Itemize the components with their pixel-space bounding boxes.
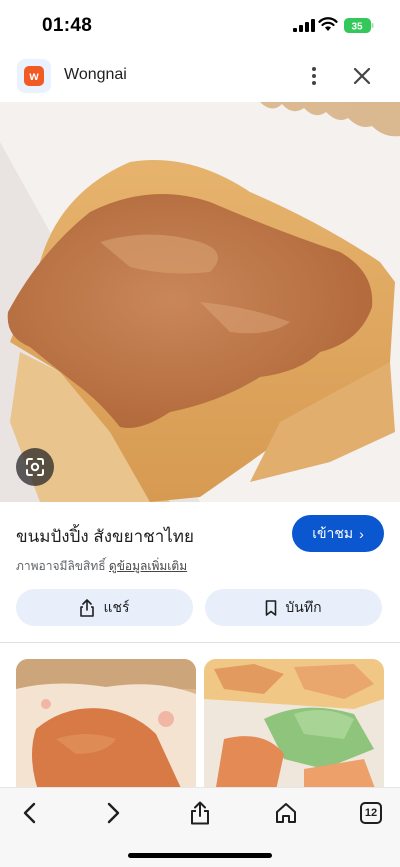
tabs-button[interactable]: 12 <box>356 798 386 828</box>
bookmark-icon <box>266 599 277 616</box>
forward-button[interactable] <box>99 798 129 828</box>
image-title: ขนมปังปิ้ง สังขยาชาไทย <box>16 527 194 546</box>
wifi-icon <box>318 17 338 31</box>
status-time: 01:48 <box>42 15 93 36</box>
visit-button[interactable]: เข้าชม › <box>292 515 384 552</box>
share-icon <box>191 801 209 825</box>
share-label: แชร์ <box>103 598 130 615</box>
signal-icon <box>293 19 315 32</box>
home-indicator <box>128 853 272 858</box>
save-button[interactable]: บันทึก <box>205 589 382 626</box>
battery-level: 35 <box>351 22 363 33</box>
google-lens-button[interactable] <box>16 448 54 486</box>
back-button[interactable] <box>14 798 44 828</box>
related-image[interactable] <box>204 659 384 799</box>
share-icon <box>80 598 95 617</box>
home-icon <box>276 803 296 823</box>
tab-count: 12 <box>360 802 382 824</box>
app-header: w Wongnai <box>0 50 400 100</box>
back-icon <box>23 802 36 824</box>
more-info-link[interactable]: ดูข้อมูลเพิ่มเติม <box>109 559 187 573</box>
copyright-text: ภาพอาจมีลิขสิทธิ์ <box>16 559 106 573</box>
save-label: บันทึก <box>285 598 322 615</box>
lens-icon <box>26 458 44 476</box>
visit-label: เข้าชม <box>312 524 354 541</box>
site-logo[interactable]: w <box>17 59 51 93</box>
forward-icon <box>107 802 120 824</box>
site-name[interactable]: Wongnai <box>64 66 127 84</box>
home-button[interactable] <box>271 798 301 828</box>
status-bar: 01:48 35 <box>0 0 400 50</box>
chevron-right-icon: › <box>359 525 364 542</box>
hero-image[interactable] <box>0 102 400 502</box>
site-logo-mark: w <box>24 66 44 86</box>
related-image[interactable] <box>16 659 196 799</box>
copyright-notice: ภาพอาจมีลิขสิทธิ์ ดูข้อมูลเพิ่มเติม <box>16 557 187 576</box>
divider <box>0 642 400 643</box>
close-icon[interactable] <box>350 64 374 88</box>
more-vert-icon[interactable] <box>302 64 326 88</box>
toolbar-share-button[interactable] <box>185 798 215 828</box>
share-button[interactable]: แชร์ <box>16 589 193 626</box>
battery-icon: 35 <box>344 18 374 33</box>
